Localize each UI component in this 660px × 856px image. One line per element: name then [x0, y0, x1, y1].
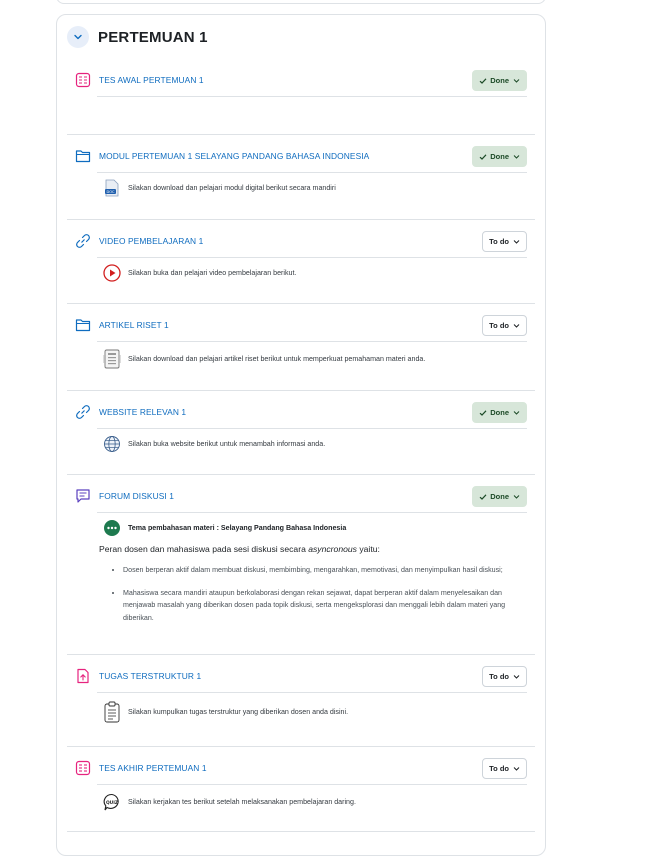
activity-artikel: ARTIKEL RISET 1 To do Silakan download d… — [75, 313, 527, 369]
chevron-down-icon — [513, 675, 520, 679]
activity-title-link[interactable]: VIDEO PEMBELAJARAN 1 — [99, 236, 203, 246]
quiz-badge-icon: QUIZ — [103, 793, 121, 811]
activity-description: Silakan download dan pelajari modul digi… — [128, 184, 336, 192]
completion-status-button[interactable]: Done — [472, 146, 527, 167]
activity-tugas: TUGAS TERSTRUKTUR 1 To do Silakan kumpul… — [75, 664, 527, 723]
activity-title-link[interactable]: TUGAS TERSTRUKTUR 1 — [99, 671, 201, 681]
activity-tes-akhir: TES AKHIR PERTEMUAN 1 To do QUIZ Silakan… — [75, 756, 527, 811]
assignment-icon — [75, 668, 91, 684]
activity-modul: MODUL PERTEMUAN 1 SELAYANG PANDANG BAHAS… — [75, 144, 527, 197]
article-icon — [103, 349, 121, 369]
activity-title-link[interactable]: WEBSITE RELEVAN 1 — [99, 407, 186, 417]
completion-status-label: To do — [489, 672, 509, 681]
svg-text:DOC: DOC — [106, 190, 115, 194]
completion-status-label: To do — [489, 764, 509, 773]
check-icon — [479, 409, 487, 416]
completion-status-button[interactable]: To do — [482, 315, 527, 336]
activity-description: Silakan kumpulkan tugas terstruktur yang… — [128, 708, 349, 716]
section-card: PERTEMUAN 1 TES AWAL PERTEMUAN 1 Done MO… — [56, 14, 546, 856]
chevron-down-icon — [513, 411, 520, 415]
play-video-icon — [103, 264, 121, 282]
activity-title-link[interactable]: TES AWAL PERTEMUAN 1 — [99, 75, 204, 85]
collapse-section-button[interactable] — [67, 26, 89, 48]
forum-icon — [75, 488, 91, 504]
completion-status-button[interactable]: To do — [482, 231, 527, 252]
activity-title-link[interactable]: FORUM DISKUSI 1 — [99, 491, 174, 501]
folder-icon — [75, 317, 91, 333]
activity-description: Silakan kerjakan tes berikut setelah mel… — [128, 798, 356, 806]
completion-status-label: Done — [490, 152, 509, 161]
chevron-down-icon — [74, 34, 82, 40]
section-header: PERTEMUAN 1 — [67, 25, 208, 49]
completion-status-button[interactable]: Done — [472, 70, 527, 91]
chevron-down-icon — [513, 324, 520, 328]
chevron-down-icon — [513, 767, 520, 771]
activity-separator — [67, 219, 535, 220]
activity-separator — [67, 134, 535, 135]
completion-status-label: Done — [490, 76, 509, 85]
link-icon — [75, 404, 91, 420]
chat-bubble-icon — [103, 519, 121, 537]
activity-forum: FORUM DISKUSI 1 Done Tema pembahasan mat… — [75, 484, 527, 634]
forum-description: Tema pembahasan materi : Selayang Pandan… — [99, 519, 527, 624]
activity-description: Silakan buka dan pelajari video pembelaj… — [128, 269, 297, 277]
completion-status-label: To do — [489, 237, 509, 246]
completion-status-label: Done — [490, 492, 509, 501]
folder-icon — [75, 148, 91, 164]
list-item: Dosen berperan aktif dalam membuat disku… — [123, 564, 521, 577]
svg-text:QUIZ: QUIZ — [106, 800, 118, 806]
link-icon — [75, 233, 91, 249]
list-item: Mahasiswa secara mandiri ataupun berkola… — [123, 587, 521, 625]
previous-section-card — [56, 0, 546, 4]
chevron-down-icon — [513, 240, 520, 244]
forum-bullet-list: Dosen berperan aktif dalam membuat disku… — [99, 564, 527, 624]
activity-separator — [67, 303, 535, 304]
forum-topic-text: Tema pembahasan materi : Selayang Pandan… — [128, 524, 347, 532]
chevron-down-icon — [513, 155, 520, 159]
doc-file-icon: DOC — [103, 179, 121, 197]
completion-status-label: Done — [490, 408, 509, 417]
forum-lead-text: Peran dosen dan mahasiswa pada sesi disk… — [99, 544, 380, 554]
activity-description: Silakan download dan pelajari artikel ri… — [128, 355, 426, 363]
completion-status-label: To do — [489, 321, 509, 330]
completion-status-button[interactable]: Done — [472, 402, 527, 423]
activity-video: VIDEO PEMBELAJARAN 1 To do Silakan buka … — [75, 229, 527, 282]
activity-title-link[interactable]: ARTIKEL RISET 1 — [99, 320, 169, 330]
activity-title-link[interactable]: TES AKHIR PERTEMUAN 1 — [99, 763, 207, 773]
activity-separator — [67, 831, 535, 832]
quiz-icon — [75, 72, 91, 88]
activity-separator — [67, 654, 535, 655]
completion-status-button[interactable]: Done — [472, 486, 527, 507]
section-title: PERTEMUAN 1 — [98, 28, 208, 46]
check-icon — [479, 77, 487, 84]
check-icon — [479, 493, 487, 500]
activity-title-link[interactable]: MODUL PERTEMUAN 1 SELAYANG PANDANG BAHAS… — [99, 151, 369, 161]
quiz-icon — [75, 760, 91, 776]
activity-separator — [67, 390, 535, 391]
activity-separator — [67, 474, 535, 475]
clipboard-icon — [103, 701, 121, 723]
activity-separator — [67, 746, 535, 747]
activity-tes-awal: TES AWAL PERTEMUAN 1 Done — [75, 68, 527, 97]
globe-icon — [103, 435, 121, 453]
completion-status-button[interactable]: To do — [482, 758, 527, 779]
activity-website: WEBSITE RELEVAN 1 Done Silakan buka webs… — [75, 400, 527, 453]
chevron-down-icon — [513, 495, 520, 499]
chevron-down-icon — [513, 79, 520, 83]
activity-description: Silakan buka website berikut untuk menam… — [128, 440, 326, 448]
check-icon — [479, 153, 487, 160]
completion-status-button[interactable]: To do — [482, 666, 527, 687]
